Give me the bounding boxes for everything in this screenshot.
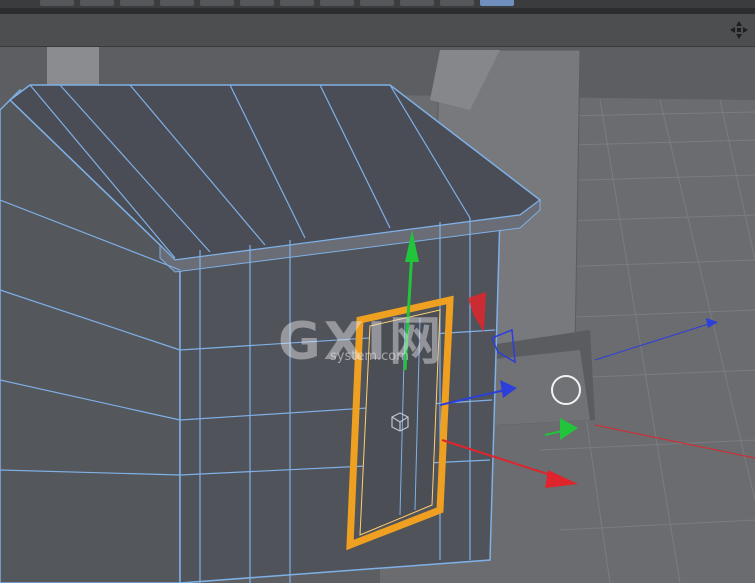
toolbar-button[interactable] — [280, 0, 314, 6]
toolbar-button[interactable] — [120, 0, 154, 6]
toolbar-button[interactable] — [80, 0, 114, 6]
chimney — [47, 47, 99, 89]
toolbar-button[interactable] — [440, 0, 474, 6]
toolbar-button[interactable] — [320, 0, 354, 6]
toolbar-button-active[interactable] — [480, 0, 514, 6]
3d-viewport[interactable]: GXI网 system.com — [0, 47, 755, 583]
house-front-wall — [179, 214, 501, 583]
toolbar-button[interactable] — [200, 0, 234, 6]
viewport-header — [0, 14, 755, 47]
toolbar-button[interactable] — [400, 0, 434, 6]
scene-canvas[interactable] — [0, 47, 755, 583]
toolbar-button[interactable] — [40, 0, 74, 6]
toolbar-button[interactable] — [360, 0, 394, 6]
toolbar-button[interactable] — [240, 0, 274, 6]
wall-base — [485, 350, 590, 425]
toolbar-button[interactable] — [160, 0, 194, 6]
move-view-icon[interactable] — [729, 20, 749, 40]
top-toolbar — [0, 0, 755, 8]
